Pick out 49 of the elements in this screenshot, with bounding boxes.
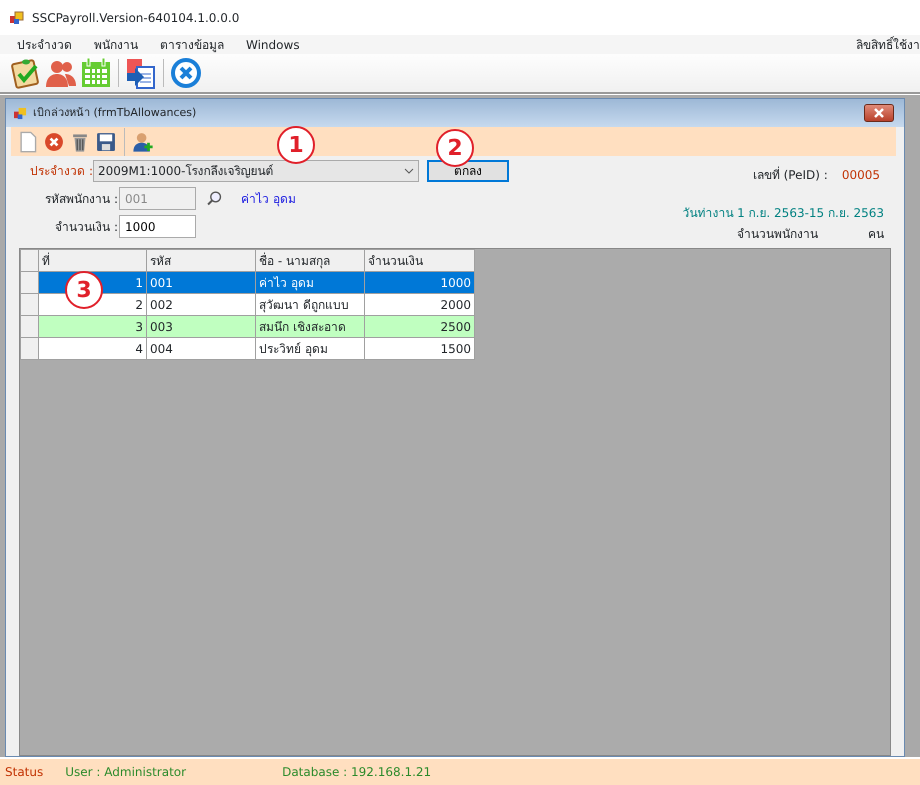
table-row[interactable]: 3 003 สมนึก เชิงสะอาด 2500	[20, 316, 474, 338]
table-cell: ค่าไว อุดม	[256, 272, 364, 294]
close-button[interactable]	[864, 104, 894, 122]
employee-name: ค่าไว อุดม	[241, 190, 296, 208]
period-dropdown[interactable]: 2009M1:1000-โรงกลึงเจริญยนต์	[93, 160, 419, 182]
amount-field[interactable]: 1000	[119, 215, 196, 238]
work-period-text: วันท่างาน 1 ก.ย. 2563-15 ก.ย. 2563	[682, 205, 884, 222]
peid-value: 00005	[842, 167, 880, 184]
table-cell: 003	[146, 316, 256, 338]
employee-count-unit: คน	[868, 226, 884, 243]
child-window-title: เบิกล่วงหน้า (frmTbAllowances)	[33, 104, 196, 121]
menu-item[interactable]: ประจำงวด	[17, 36, 72, 54]
window-title: SSCPayroll.Version-640104.1.0.0.0	[32, 10, 240, 26]
menu-item[interactable]: ตารางข้อมูล	[160, 36, 224, 54]
employee-code-label: รหัสพนักงาน :	[44, 190, 118, 208]
amount-label: จำนวนเงิน :	[54, 218, 118, 236]
menu-item[interactable]: Windows	[246, 36, 300, 54]
license-text: ลิขสิทธิ์ใช้งา	[856, 36, 920, 54]
table-cell: สมนึก เชิงสะอาด	[256, 316, 364, 338]
add-user-icon[interactable]	[132, 130, 154, 152]
table-cell: 001	[146, 272, 256, 294]
user-text: User : Administrator	[65, 764, 186, 781]
table-row[interactable]: 4 004 ประวิทย์ อุดม 1500	[20, 338, 474, 360]
close-icon	[872, 108, 886, 118]
table-cell: ประวิทย์ อุดม	[256, 338, 364, 360]
column-header: รหัส	[146, 250, 256, 272]
app-icon	[10, 10, 24, 24]
period-label: ประจำงวด :	[29, 163, 93, 180]
table-cell: 1000	[364, 272, 474, 294]
cancel-icon[interactable]	[170, 57, 202, 89]
table-cell: 004	[146, 338, 256, 360]
delete-icon[interactable]	[43, 130, 65, 152]
column-header: ที่	[38, 250, 146, 272]
status-label: Status	[5, 764, 44, 781]
document-transfer-icon[interactable]	[125, 57, 157, 89]
column-header: ชื่อ - นามสกุล	[256, 250, 364, 272]
ok-button[interactable]: ตกลง	[427, 160, 509, 182]
table-cell: 3	[38, 316, 146, 338]
table-cell: 4	[38, 338, 146, 360]
peid-label: เลขที่ (PeID) :	[752, 166, 828, 184]
database-text: Database : 192.168.1.21	[282, 764, 432, 781]
save-icon[interactable]	[95, 130, 117, 152]
employee-count-label: จำนวนพนักงาน	[737, 226, 818, 243]
menu-item[interactable]: พนักงาน	[94, 36, 138, 54]
table-cell: 1500	[364, 338, 474, 360]
column-header: จำนวนเงิน	[364, 250, 474, 272]
table-cell: 2500	[364, 316, 474, 338]
chevron-icon	[404, 168, 414, 174]
form-icon	[14, 106, 27, 120]
